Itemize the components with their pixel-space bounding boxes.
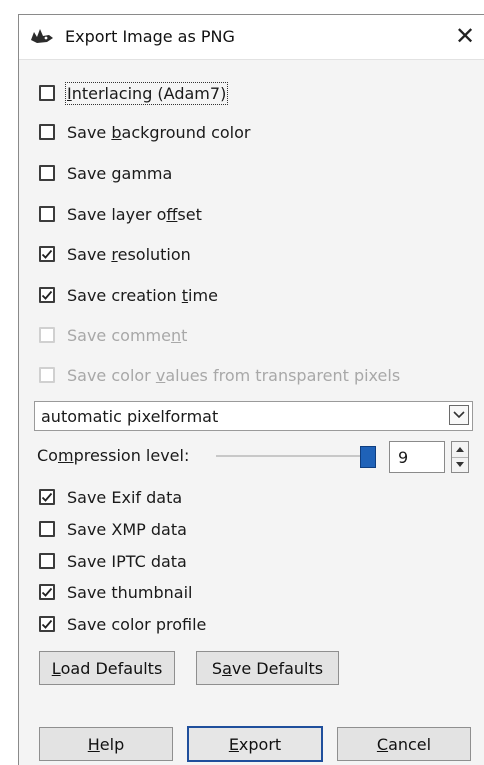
gimp-wilber-icon	[31, 29, 53, 43]
save-color-profile-label: Save color profile	[67, 614, 207, 634]
checkmark-icon	[41, 290, 53, 300]
checkmark-icon	[41, 619, 53, 629]
option-save-color-profile[interactable]: Save color profile	[39, 612, 206, 636]
checkmark-icon	[41, 249, 53, 259]
chevron-down-icon[interactable]	[449, 405, 469, 425]
option-save-background-color[interactable]: Save background color	[39, 120, 250, 144]
save-gamma-label: Save gamma	[67, 163, 173, 183]
load-defaults-button[interactable]: Load Defaults	[39, 651, 175, 685]
save-thumbnail-label: Save thumbnail	[67, 582, 193, 602]
save-comment-checkbox	[39, 327, 55, 343]
triangle-down-icon	[456, 462, 464, 467]
save-exif-checkbox[interactable]	[39, 489, 55, 505]
save-defaults-button[interactable]: Sa ve Defaults	[196, 651, 339, 685]
save-layer-offset-checkbox[interactable]	[39, 206, 55, 222]
option-save-resolution[interactable]: Save resolution	[39, 242, 191, 266]
spin-up-button[interactable]	[452, 442, 468, 458]
pixelformat-value: automatic pixelformat	[41, 407, 219, 426]
compression-value: 9	[398, 448, 409, 467]
compression-slider-handle[interactable]	[360, 446, 376, 468]
save-layer-offset-label: Save layer offset	[67, 204, 202, 224]
option-save-creation-time[interactable]: Save creation time	[39, 283, 218, 307]
interlacing-label: Interlacing (Adam7)	[64, 81, 229, 105]
export-button[interactable]: Export	[187, 726, 323, 762]
save-exif-label: Save Exif data	[67, 487, 183, 507]
save-xmp-checkbox[interactable]	[39, 521, 55, 537]
save-gamma-checkbox[interactable]	[39, 165, 55, 181]
checkmark-icon	[41, 492, 53, 502]
save-color-values-checkbox	[39, 367, 55, 383]
help-button[interactable]: Help	[39, 727, 173, 761]
compression-slider-track[interactable]	[216, 455, 368, 457]
close-button[interactable]: ✕	[450, 21, 480, 51]
save-resolution-label: Save resolution	[67, 244, 191, 264]
cancel-button[interactable]: Cancel	[337, 727, 471, 761]
save-xmp-label: Save XMP data	[67, 519, 187, 539]
close-icon: ✕	[454, 22, 476, 50]
option-save-comment: Save comment	[39, 323, 187, 347]
export-png-dialog: Export Image as PNG ✕ Interlacing (Adam7…	[18, 14, 484, 765]
compression-spin-input[interactable]: 9	[389, 441, 445, 473]
option-save-xmp[interactable]: Save XMP data	[39, 517, 187, 541]
save-color-profile-checkbox[interactable]	[39, 616, 55, 632]
save-thumbnail-checkbox[interactable]	[39, 584, 55, 600]
option-save-layer-offset[interactable]: Save layer offset	[39, 202, 202, 226]
option-save-gamma[interactable]: Save gamma	[39, 161, 172, 185]
save-creation-time-checkbox[interactable]	[39, 287, 55, 303]
compression-label: Compression level:	[37, 446, 190, 465]
interlacing-checkbox[interactable]	[39, 85, 55, 101]
option-save-thumbnail[interactable]: Save thumbnail	[39, 580, 193, 604]
save-resolution-checkbox[interactable]	[39, 246, 55, 262]
dialog-title: Export Image as PNG	[65, 27, 235, 46]
save-iptc-label: Save IPTC data	[67, 551, 187, 571]
option-save-exif[interactable]: Save Exif data	[39, 485, 182, 509]
compression-spin-buttons	[451, 441, 469, 473]
option-save-iptc[interactable]: Save IPTC data	[39, 549, 187, 573]
triangle-up-icon	[456, 447, 464, 452]
title-bar: Export Image as PNG ✕	[19, 15, 484, 60]
checkmark-icon	[41, 587, 53, 597]
pixelformat-select[interactable]: automatic pixelformat	[34, 401, 473, 431]
option-interlacing[interactable]: Interlacing (Adam7)	[39, 81, 229, 105]
save-color-values-label: Save color values from transparent pixel…	[67, 365, 401, 385]
option-save-color-values: Save color values from transparent pixel…	[39, 363, 400, 387]
save-background-color-label: Save background color	[67, 122, 251, 142]
save-comment-label: Save comment	[67, 325, 188, 345]
spin-down-button[interactable]	[452, 457, 468, 472]
save-background-color-checkbox[interactable]	[39, 124, 55, 140]
save-creation-time-label: Save creation time	[67, 285, 218, 305]
save-iptc-checkbox[interactable]	[39, 553, 55, 569]
